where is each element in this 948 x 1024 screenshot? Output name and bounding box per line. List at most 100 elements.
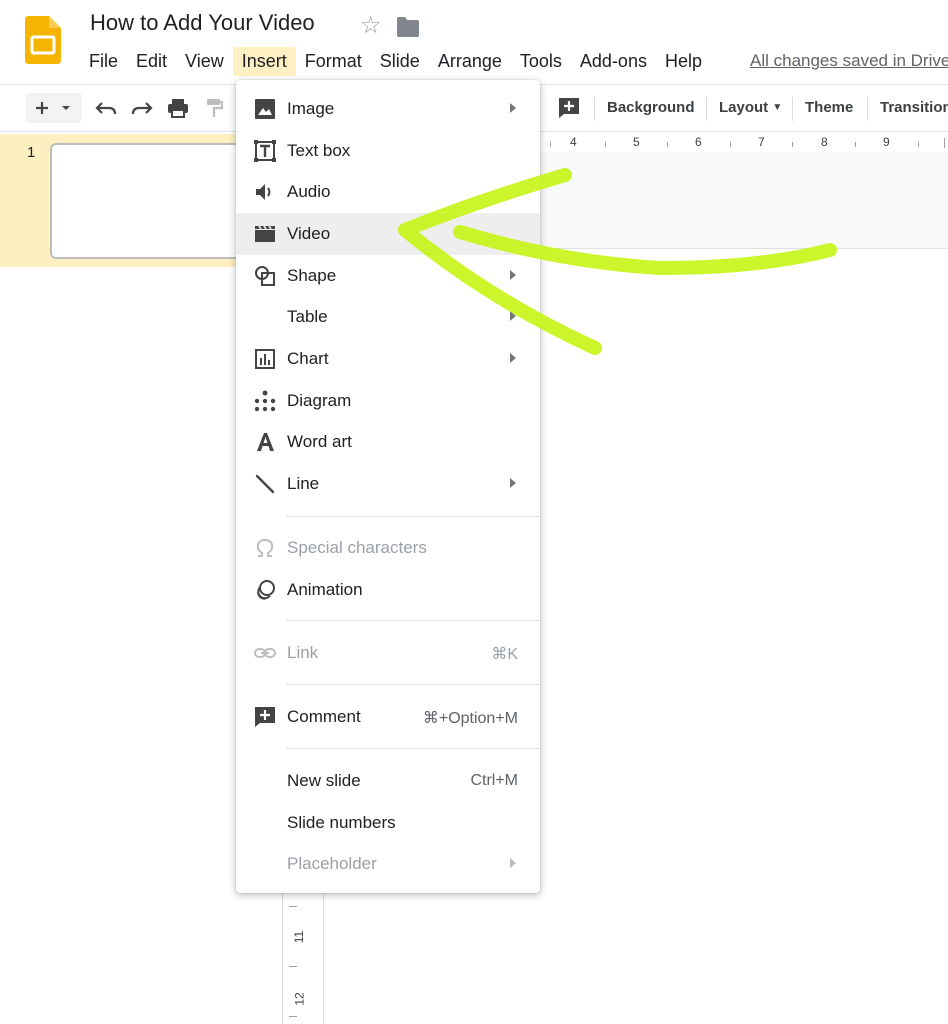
animation-icon [257,580,275,600]
slides-logo[interactable] [25,16,61,64]
new-slide-button[interactable] [26,93,82,123]
menu-separator [286,684,540,685]
menu-item-text-box[interactable]: Text box [236,130,540,172]
toolbar-divider [792,97,793,121]
insert-menu: Image Text box Audio Video Shape Table C… [236,80,540,893]
ruler-label: 5 [633,135,640,149]
menu-item-label: Image [287,99,335,118]
background-button[interactable]: Background [607,99,695,116]
ruler-tick [667,142,668,147]
ruler-label: 8 [821,135,828,149]
undo-icon [95,102,117,115]
menu-item-label: Video [287,224,331,243]
layout-label: Layout [719,99,769,116]
paint-format-button[interactable] [202,93,226,123]
theme-button[interactable]: Theme [805,99,853,116]
ruler-tick [944,138,945,148]
menu-item-word-art[interactable]: Word art [236,421,540,463]
menu-item-label: Comment [287,707,361,726]
chart-icon [255,349,275,369]
redo-button[interactable] [128,93,156,123]
plus-icon [36,102,48,114]
menu-item-label: Chart [287,349,329,368]
slide-canvas[interactable] [540,152,948,249]
menu-format[interactable]: Format [296,47,371,76]
print-button[interactable] [164,93,192,123]
menu-separator [286,516,540,517]
menu-item-animation[interactable]: Animation [236,569,540,611]
add-comment-icon [559,98,579,118]
menu-item-label: Word art [287,432,352,451]
menu-item-label: Diagram [287,391,352,410]
menu-item-chart[interactable]: Chart [236,338,540,380]
menu-insert[interactable]: Insert [232,46,296,76]
caret-down-icon[interactable] [58,103,74,113]
ruler-tick [605,142,606,147]
menu-slide[interactable]: Slide [371,47,429,76]
ruler-label: 7 [758,135,765,149]
ruler-tick [792,142,793,147]
horizontal-ruler[interactable]: 4 5 6 7 8 9 [540,134,948,153]
star-icon[interactable]: ☆ [360,12,382,40]
menu-item-link: Link ⌘K [236,632,540,674]
submenu-arrow-icon [510,270,516,280]
submenu-arrow-icon [510,858,516,868]
menu-view[interactable]: View [176,47,233,76]
menu-item-audio[interactable]: Audio [236,171,540,213]
menu-item-new-slide[interactable]: New slide Ctrl+M [236,760,540,802]
menu-file[interactable]: File [80,47,127,76]
menu-item-placeholder: Placeholder [236,843,540,885]
ruler-label: 6 [695,135,702,149]
shape-icon [255,266,275,286]
ruler-label: 11 [292,930,307,944]
video-icon [255,225,275,242]
save-status-link[interactable]: All changes saved in Drive [750,51,948,71]
image-icon [255,99,275,119]
diagram-icon [254,390,276,412]
menu-item-shape[interactable]: Shape [236,255,540,297]
menu-help[interactable]: Help [656,47,711,76]
menu-item-shortcut: ⌘K [491,646,518,663]
menu-item-shortcut: Ctrl+M [470,772,518,789]
menu-item-slide-numbers[interactable]: Slide numbers [236,802,540,844]
link-icon [254,648,276,658]
menu-item-table[interactable]: Table [236,296,540,338]
menu-arrange[interactable]: Arrange [429,47,511,76]
transition-button[interactable]: Transition [880,99,948,116]
insert-comment-button[interactable] [556,93,582,123]
menu-item-comment[interactable]: Comment ⌘+Option+M [236,696,540,738]
slide-thumbnail[interactable] [50,143,240,259]
audio-icon [256,184,271,200]
menu-item-label: Special characters [287,538,427,557]
menu-item-label: Shape [287,266,337,285]
submenu-arrow-icon [510,478,516,488]
menu-item-label: Link [287,643,319,662]
word-art-icon [257,433,274,451]
ruler-tick [918,142,919,147]
menu-add-ons[interactable]: Add-ons [571,47,656,76]
ruler-tick [289,966,297,967]
undo-button[interactable] [92,93,120,123]
folder-icon[interactable] [396,16,420,38]
menu-item-label: Placeholder [287,854,377,873]
document-title[interactable]: How to Add Your Video [90,10,315,36]
layout-button[interactable]: Layout ▼ [719,99,782,116]
menu-item-shortcut: ⌘+Option+M [422,710,518,727]
menu-item-video[interactable]: Video [236,213,540,255]
menu-edit[interactable]: Edit [127,47,176,76]
menu-item-image[interactable]: Image [236,88,540,130]
menu-item-label: Slide numbers [287,813,396,832]
menu-item-special-characters: Special characters [236,527,540,569]
ruler-tick [550,142,551,147]
menu-item-line[interactable]: Line [236,463,540,505]
menu-item-diagram[interactable]: Diagram [236,380,540,422]
submenu-arrow-icon [510,353,516,363]
line-icon [255,474,275,494]
menu-tools[interactable]: Tools [511,47,571,76]
menu-item-label: Audio [287,182,331,201]
print-icon [168,99,188,118]
vertical-ruler[interactable]: 11 12 [282,892,324,1024]
ruler-tick [289,1016,297,1017]
menu-item-label: Line [287,474,320,493]
ruler-tick [289,906,297,907]
